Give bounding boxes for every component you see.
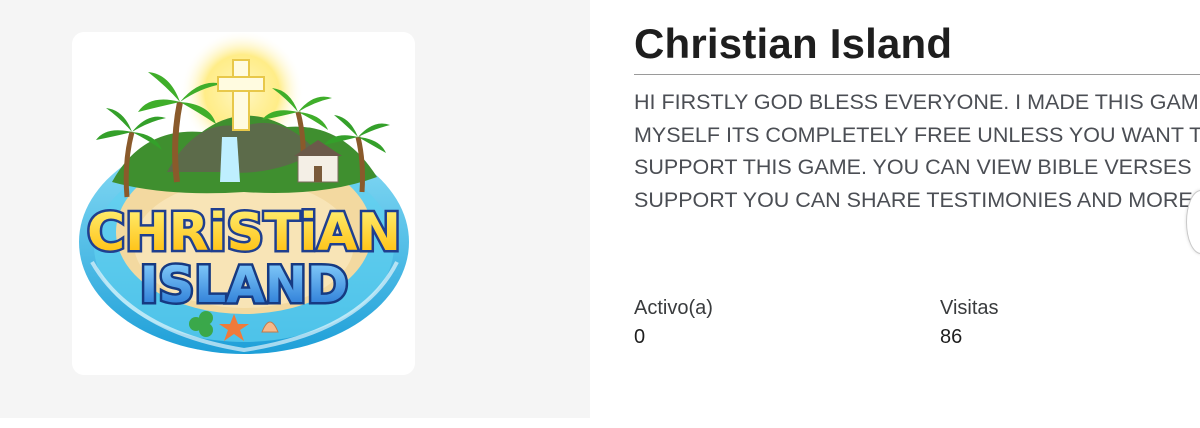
title-divider [634,74,1200,75]
logo-line2: ISLAND [140,256,349,314]
game-thumbnail[interactable]: CHRiSTiAN ISLAND [72,32,415,375]
stat-active-value: 0 [634,326,646,348]
game-title: Christian Island [634,20,953,67]
christian-island-logo: CHRiSTiAN ISLAND [79,32,409,354]
stat-active-label: Activo(a) [634,297,713,319]
stat-visits: Visitas 86 [940,296,999,351]
stat-active: Activo(a) 0 [634,296,713,351]
thumbnail-panel: CHRiSTiAN ISLAND [0,0,590,418]
stat-visits-value: 86 [940,326,963,348]
logo-line1: CHRiSTiAN [87,203,401,263]
waterfall [220,137,240,182]
stat-visits-label: Visitas [940,297,999,319]
game-description: HI FIRSTLY GOD BLESS EVERYONE. I MADE TH… [634,90,1200,212]
